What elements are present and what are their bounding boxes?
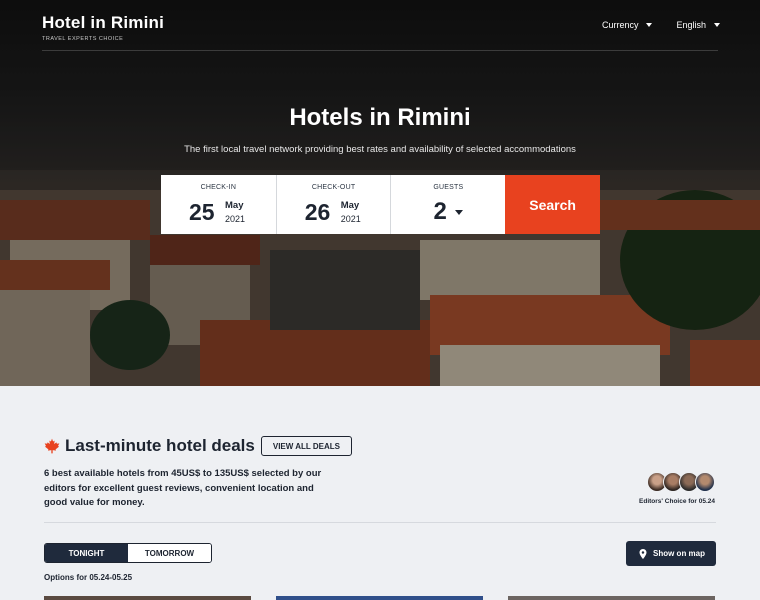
header-divider [42,50,718,51]
deals-header: Last-minute hotel deals VIEW ALL DEALS [44,436,352,456]
tab-tonight[interactable]: TONIGHT [45,544,128,562]
guests-field[interactable]: GUESTS 2 [390,175,506,234]
brand-title: Hotel in Rimini [42,13,164,32]
caret-down-icon [646,23,653,27]
date-tabs: TONIGHT TOMORROW [44,543,212,563]
editors-choice: Editors' Choice for 05.24 [635,472,715,505]
checkout-label: CHECK-OUT [311,184,356,191]
brand-subtitle: TRAVEL EXPERTS CHOICE [42,36,124,42]
checkout-year: 2021 [340,214,361,224]
section-divider [44,522,716,523]
hotel-card[interactable] [508,596,715,600]
currency-dropdown[interactable]: Currency [602,20,653,30]
view-all-deals-button[interactable]: VIEW ALL DEALS [260,436,352,456]
tab-tomorrow[interactable]: TOMORROW [128,544,211,562]
search-bar: CHECK-IN 25 May 2021 CHECK-OUT 26 May 20… [161,175,600,234]
hero-subtitle: The first local travel network providing… [184,144,576,155]
checkout-field[interactable]: CHECK-OUT 26 May 2021 [275,175,391,234]
brand-logo[interactable]: Hotel in Rimini TRAVEL EXPERTS CHOICE [42,13,164,42]
guests-count: 2 [433,198,447,225]
maple-leaf-icon [44,438,60,454]
show-on-map-label: Show on map [653,549,705,558]
deals-title: Last-minute hotel deals [65,436,255,455]
checkout-month: May [340,200,360,211]
language-dropdown[interactable]: English [676,20,720,30]
deals-description: 6 best available hotels from 45US$ to 13… [44,468,322,508]
hero-title: Hotels in Rimini [289,104,471,131]
editors-caption: Editors' Choice for 05.24 [639,498,715,505]
hotel-card[interactable] [276,596,483,600]
hotel-card[interactable] [44,596,251,600]
search-button[interactable]: Search [505,175,600,234]
map-pin-icon [639,548,647,559]
checkin-label: CHECK-IN [200,184,237,191]
caret-down-icon [455,210,464,215]
options-date-range: Options for 05.24-05.25 [44,573,133,582]
language-label: English [676,20,706,30]
checkin-month: May [225,200,244,211]
checkout-day: 26 [304,199,331,225]
caret-down-icon [714,23,720,27]
top-navigation: Currency English [602,20,720,30]
show-on-map-button[interactable]: Show on map [626,541,716,566]
checkin-field[interactable]: CHECK-IN 25 May 2021 [161,175,276,234]
guests-label: GUESTS [433,184,464,191]
currency-label: Currency [601,20,639,30]
checkin-day: 25 [189,199,215,225]
editor-avatars [635,472,715,492]
checkin-year: 2021 [225,214,246,224]
avatar [695,472,715,492]
